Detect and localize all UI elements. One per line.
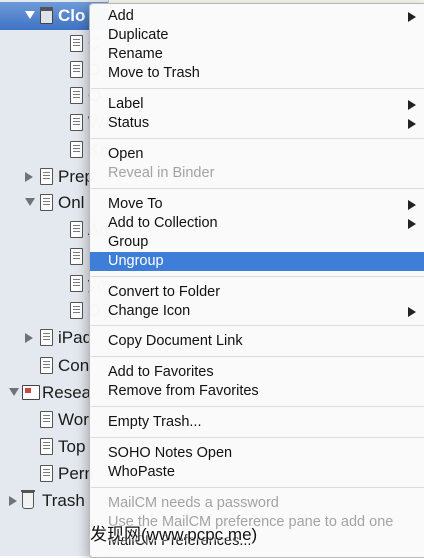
menu-item-label: Convert to Folder: [108, 284, 221, 300]
disclosure-collapsed-icon[interactable]: [25, 172, 33, 182]
document-icon: [70, 35, 83, 52]
document-icon: [40, 329, 53, 346]
document-icon: [40, 357, 53, 374]
menu-item-label: Add to Favorites: [108, 364, 214, 380]
menu-item-label: Move To: [108, 196, 163, 212]
menu-item-add-to-collection[interactable]: Add to Collection: [90, 214, 424, 233]
menu-separator: [91, 325, 424, 326]
menu-separator: [91, 138, 424, 139]
folder-icon: [40, 7, 53, 24]
research-icon: [22, 385, 40, 400]
menu-separator: [91, 276, 424, 277]
disclosure-expanded-icon[interactable]: [25, 11, 35, 19]
submenu-arrow-icon: [408, 219, 416, 229]
menu-item-label: Copy Document Link: [108, 333, 243, 349]
menu-item-mailcm-needs-a-password: MailCM needs a password: [90, 494, 424, 513]
menu-item-duplicate[interactable]: Duplicate: [90, 26, 424, 45]
menu-item-label: Ungroup: [108, 253, 164, 269]
menu-item-rename[interactable]: Rename: [90, 45, 424, 64]
submenu-arrow-icon: [408, 100, 416, 110]
menu-item-label: Add to Collection: [108, 215, 218, 231]
menu-separator: [91, 487, 424, 488]
menu-separator: [91, 88, 424, 89]
document-icon: [70, 275, 83, 292]
document-icon: [70, 248, 83, 265]
context-menu: Add Duplicate Rename Move to Trash Label Stat…: [89, 3, 424, 558]
menu-item-label: Remove from Favorites: [108, 383, 259, 399]
menu-item-status[interactable]: Status: [90, 114, 424, 133]
menu-separator: [91, 406, 424, 407]
menu-item-reveal-in-binder: Reveal in Binder: [90, 164, 424, 183]
document-icon: [70, 61, 83, 78]
menu-item-copy-document-link[interactable]: Copy Document Link: [90, 332, 424, 351]
menu-item-soho-notes-open[interactable]: SOHO Notes Open: [90, 444, 424, 463]
menu-item-move-to[interactable]: Move To: [90, 195, 424, 214]
document-icon: [70, 141, 83, 158]
binder-item-label: Top: [58, 437, 86, 456]
menu-item-label: Empty Trash...: [108, 414, 202, 430]
binder-item-label: Clo: [58, 6, 86, 25]
menu-item-label: Rename: [108, 46, 163, 62]
submenu-arrow-icon: [408, 119, 416, 129]
menu-item-empty-trash[interactable]: Empty Trash...: [90, 413, 424, 432]
menu-item-add-to-favorites[interactable]: Add to Favorites: [90, 363, 424, 382]
menu-item-group[interactable]: Group: [90, 233, 424, 252]
menu-item-label: Group: [108, 234, 149, 250]
document-icon: [70, 114, 83, 131]
menu-item-label: Reveal in Binder: [108, 165, 215, 181]
menu-item-label: Open: [108, 146, 144, 162]
document-icon: [40, 465, 53, 482]
disclosure-expanded-icon[interactable]: [9, 388, 19, 396]
menu-item-label: MailCM needs a password: [108, 495, 279, 511]
binder-item-label: Wor: [58, 410, 89, 429]
document-icon: [40, 411, 53, 428]
document-icon: [40, 438, 53, 455]
document-icon: [70, 221, 83, 238]
submenu-arrow-icon: [408, 307, 416, 317]
menu-item-ungroup[interactable]: Ungroup: [90, 252, 424, 271]
menu-item-label: Move to Trash: [108, 65, 200, 81]
watermark: 发现网(www.pcpc.me): [90, 525, 258, 544]
menu-item-label: Label: [108, 96, 144, 112]
menu-item-remove-from-favorites[interactable]: Remove from Favorites: [90, 382, 424, 401]
trash-icon: [21, 490, 35, 509]
menu-item-move-to-trash[interactable]: Move to Trash: [90, 64, 424, 83]
menu-item-label: Change Icon: [108, 303, 191, 319]
menu-separator: [91, 437, 424, 438]
menu-item-label: Status: [108, 115, 150, 131]
disclosure-collapsed-icon[interactable]: [25, 333, 33, 343]
menu-item-convert-to-folder[interactable]: Convert to Folder: [90, 283, 424, 302]
submenu-arrow-icon: [408, 12, 416, 22]
menu-item-label: WhoPaste: [108, 464, 175, 480]
binder-item-label: Onl: [58, 193, 85, 212]
document-icon: [40, 194, 53, 211]
menu-item-open[interactable]: Open: [90, 145, 424, 164]
menu-item-change-icon[interactable]: Change Icon: [90, 302, 424, 321]
menu-separator: [91, 188, 424, 189]
disclosure-expanded-icon[interactable]: [25, 198, 35, 206]
menu-separator: [91, 356, 424, 357]
menu-item-add[interactable]: Add: [90, 7, 424, 26]
menu-item-label: Duplicate: [108, 27, 169, 43]
disclosure-collapsed-icon[interactable]: [9, 496, 17, 506]
document-icon: [40, 168, 53, 185]
document-icon: [70, 302, 83, 319]
menu-item-whopaste[interactable]: WhoPaste: [90, 463, 424, 482]
submenu-arrow-icon: [408, 200, 416, 210]
menu-item-label: Add: [108, 8, 134, 24]
binder-item-label: Con: [58, 356, 90, 375]
menu-item-label[interactable]: Label: [90, 95, 424, 114]
binder-item-label: Resea: [42, 383, 92, 402]
menu-item-label: SOHO Notes Open: [108, 445, 233, 461]
document-icon: [70, 87, 83, 104]
binder-item-label: Trash: [42, 491, 85, 510]
binder-item-label: iPad: [58, 328, 93, 347]
